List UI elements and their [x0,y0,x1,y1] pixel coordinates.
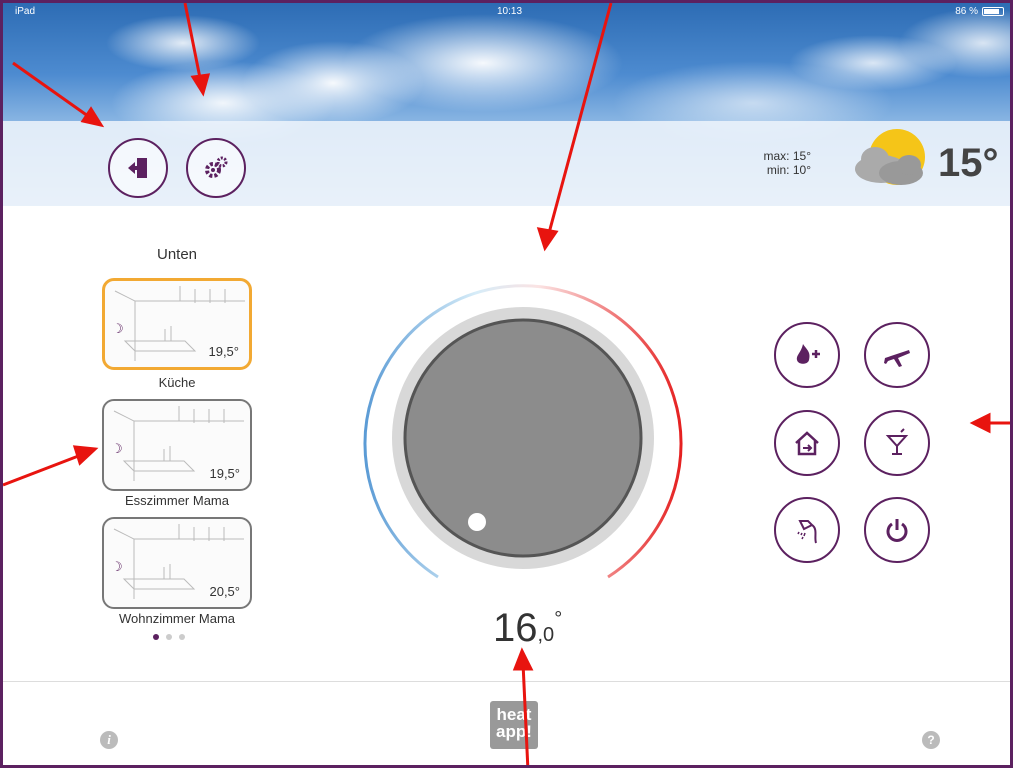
cloud-sun-icon [855,129,925,185]
battery-icon [982,7,1004,16]
night-mode-icon: ☽ [111,559,123,574]
logout-door-icon [128,158,147,178]
room-card-esszimmer[interactable]: ☽ 19,5° [102,399,252,491]
setpoint-decimal: ,0 [537,624,555,646]
room-name: Wohnzimmer Mama [118,611,236,626]
annotation-arrowhead [969,412,991,434]
vacation-button[interactable] [864,322,930,388]
page-indicator[interactable] [153,634,185,640]
night-mode-icon: ☽ [112,321,124,336]
weather-min: min: 10° [766,163,811,177]
app-frame: iPad 10:13 86 % max: 15° min: 10° 15° Un… [0,0,1013,768]
room-name: Küche [158,375,196,390]
help-button[interactable]: ? [922,731,940,749]
weather-max: max: 15° [763,149,811,163]
page-dot[interactable] [166,634,172,640]
logout-button[interactable] [108,138,168,198]
room-card-wohnzimmer[interactable]: ☽ 20,5° [102,517,252,609]
power-button[interactable] [864,497,930,563]
annotation-arrow [3,453,82,487]
room-temperature: 19,5° [208,344,239,359]
settings-button[interactable] [186,138,246,198]
airplane-icon [884,350,910,367]
room-temperature: 19,5° [209,466,240,481]
battery-status: 86 % [955,6,1004,17]
logo-line-1: heat [496,705,532,724]
status-time: 10:13 [496,6,523,17]
boost-button[interactable] [774,322,840,388]
room-card-kueche[interactable]: ☽ 19,5° [102,278,252,370]
away-button[interactable] [774,410,840,476]
setpoint-temperature: 16,0° [493,606,562,651]
dial-knob[interactable] [403,318,643,558]
flame-plus-icon [796,344,820,364]
annotation-arrowhead [512,647,534,671]
shower-icon [797,520,817,544]
logo-line-2: app! [496,722,532,741]
footer-divider [3,681,1010,682]
thermostat-dial[interactable] [358,273,688,603]
floor-title: Unten [156,246,198,263]
annotation-arrowhead [536,227,559,252]
power-icon [886,519,908,542]
heatapp-logo: heat app! [490,701,538,749]
setpoint-unit: ° [554,608,563,630]
battery-percent: 86 % [955,6,978,17]
setpoint-integer: 16 [493,606,538,650]
dial-indicator [468,513,486,531]
page-dot-active[interactable] [153,634,159,640]
status-bar: iPad 10:13 86 % [3,3,1010,21]
gears-icon [205,156,228,178]
shower-button[interactable] [774,497,840,563]
room-name: Esszimmer Mama [124,493,229,508]
info-button[interactable]: i [100,731,118,749]
night-mode-icon: ☽ [111,441,123,456]
cocktail-icon [885,428,909,455]
weather-minmax: max: 15° min: 10° [761,149,811,177]
weather-temperature: 15° [938,141,999,185]
party-button[interactable] [864,410,930,476]
room-temperature: 20,5° [209,584,240,599]
annotation-arrowhead [72,445,99,466]
house-arrow-icon [795,431,819,456]
page-dot[interactable] [179,634,185,640]
